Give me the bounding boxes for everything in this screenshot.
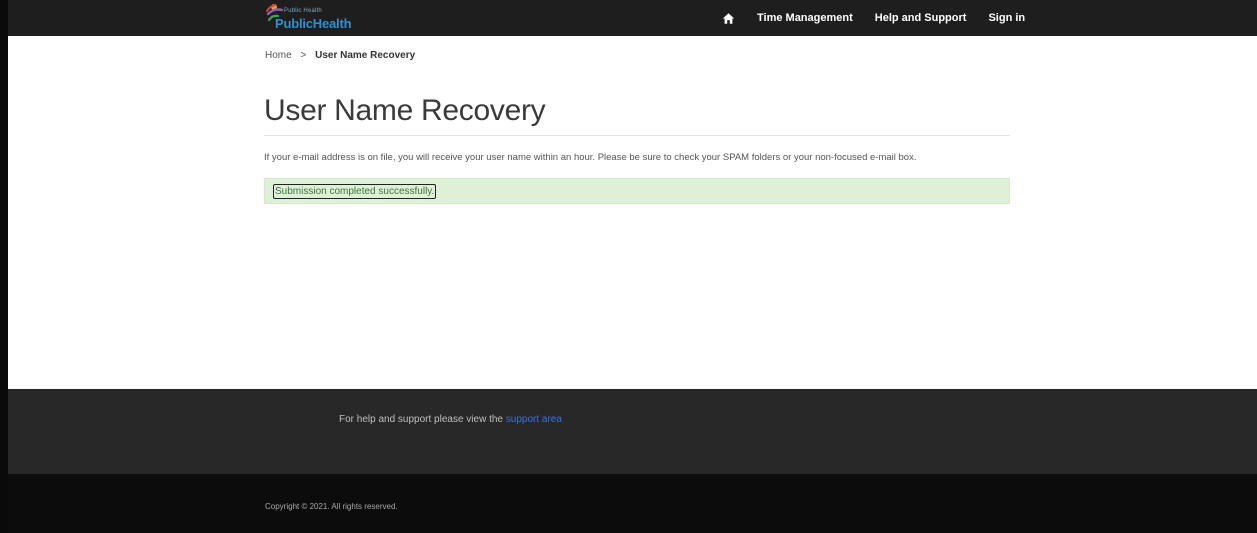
main-nav: Time Management Help and Support Sign in (720, 0, 1025, 36)
logo-text: PublicHealth (275, 16, 352, 31)
breadcrumb-separator: > (300, 50, 307, 61)
copyright-text: Copyright © 2021. All rights reserved. (265, 502, 398, 511)
footer-help-section: For help and support please view the sup… (0, 389, 1257, 474)
success-alert-message[interactable]: Submission completed successfully. (273, 184, 437, 199)
support-area-link[interactable]: support area (506, 414, 562, 425)
breadcrumb-current: User Name Recovery (315, 50, 416, 61)
window-frame-edge (0, 0, 8, 533)
page-title: User Name Recovery (264, 94, 546, 127)
site-logo[interactable]: Public Health PublicHealth (266, 2, 376, 34)
footer-help-text: For help and support please view the sup… (339, 414, 562, 425)
footer-copyright-section: Copyright © 2021. All rights reserved. (0, 474, 1257, 533)
nav-sign-in[interactable]: Sign in (988, 12, 1025, 24)
nav-time-management[interactable]: Time Management (757, 12, 853, 24)
breadcrumb: Home > User Name Recovery (265, 50, 415, 61)
home-icon[interactable] (722, 12, 735, 25)
footer-help-prefix: For help and support please view the (339, 414, 506, 425)
nav-help-and-support[interactable]: Help and Support (875, 12, 967, 24)
recovery-info-text: If your e-mail address is on file, you w… (264, 152, 917, 163)
success-alert: Submission completed successfully. (264, 178, 1010, 204)
title-divider (264, 135, 1010, 136)
breadcrumb-home-link[interactable]: Home (265, 50, 292, 61)
top-navigation-bar: Public Health PublicHealth Time Manageme… (0, 0, 1257, 36)
logo-small-text: Public Health (284, 8, 322, 14)
